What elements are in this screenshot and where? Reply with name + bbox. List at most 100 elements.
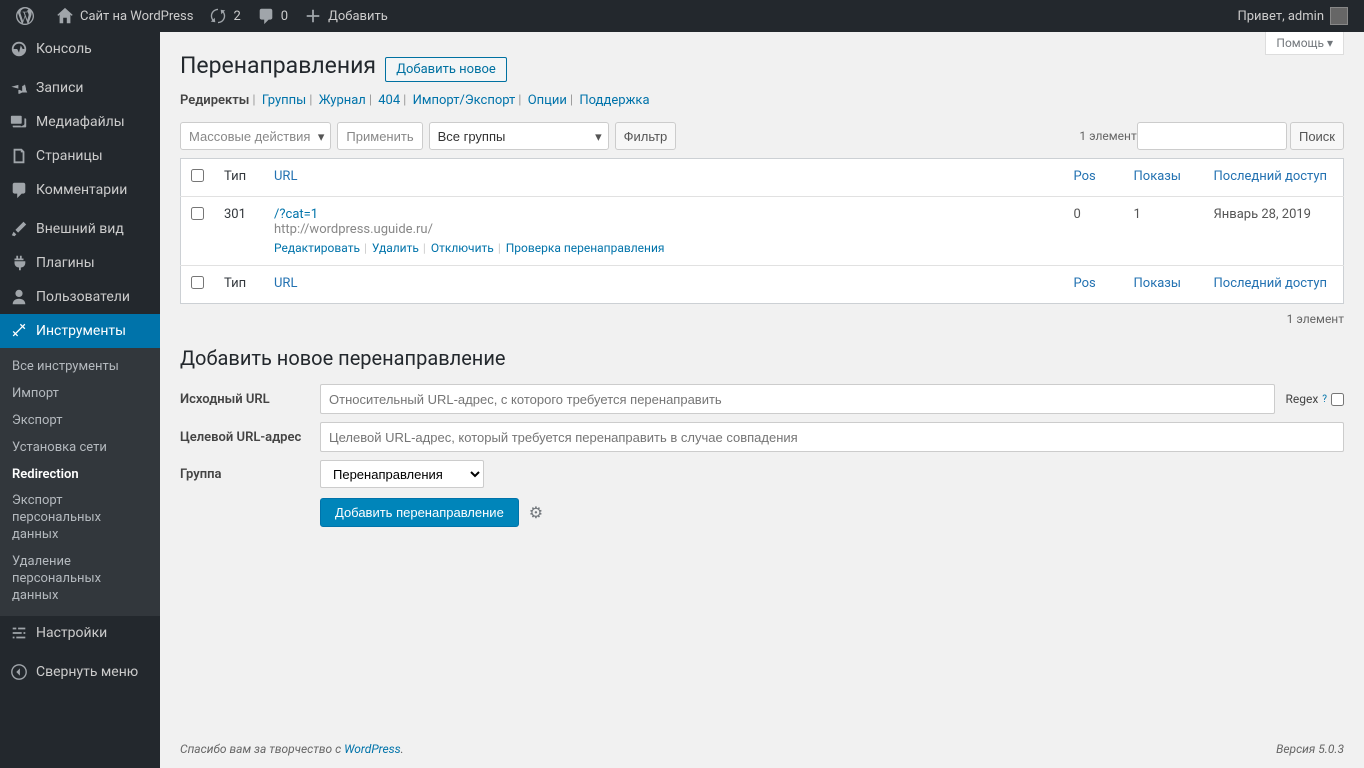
group-select[interactable]: Перенаправления: [320, 460, 484, 488]
menu-plugins[interactable]: Плагины: [0, 246, 160, 280]
menu-dashboard[interactable]: Консоль: [0, 32, 160, 66]
avatar: [1330, 7, 1348, 25]
menu-comments[interactable]: Комментарии: [0, 173, 160, 207]
menu-settings[interactable]: Настройки: [0, 616, 160, 650]
submenu-import[interactable]: Импорт: [0, 381, 160, 408]
bulk-apply-button[interactable]: Применить: [337, 122, 422, 150]
row-delete[interactable]: Удалить: [372, 241, 419, 255]
footer-version: Версия 5.0.3: [1276, 742, 1344, 756]
footer-wp-link[interactable]: WordPress: [344, 742, 401, 756]
footer: Спасибо вам за творчество с WordPress. В…: [160, 730, 1364, 768]
tab-options[interactable]: Опции: [528, 93, 567, 108]
user-icon: [10, 288, 28, 306]
target-url-label: Целевой URL-адрес: [180, 430, 320, 445]
wrench-icon: [10, 322, 28, 340]
site-name: Сайт на WordPress: [80, 9, 193, 24]
help-tab[interactable]: Помощь: [1265, 32, 1344, 55]
page-title: Перенаправления: [180, 52, 376, 79]
filter-button[interactable]: Фильтр: [615, 122, 677, 150]
tab-redirects[interactable]: Редиректы: [180, 93, 249, 108]
tab-groups[interactable]: Группы: [262, 93, 306, 108]
table-row: 301 /?cat=1 http://wordpress.uguide.ru/ …: [181, 197, 1344, 266]
submenu-delete-personal[interactable]: Удаление персональных данных: [0, 549, 160, 610]
site-name-link[interactable]: Сайт на WordPress: [48, 0, 201, 32]
menu-media[interactable]: Медиафайлы: [0, 105, 160, 139]
comment-icon: [257, 7, 275, 25]
row-last: Январь 28, 2019: [1204, 197, 1344, 266]
regex-label: Regex: [1285, 392, 1318, 406]
tab-support[interactable]: Поддержка: [579, 93, 649, 108]
plugin-icon: [10, 254, 28, 272]
col-type: Тип: [214, 159, 264, 197]
menu-users[interactable]: Пользователи: [0, 280, 160, 314]
row-pos: 0: [1064, 197, 1124, 266]
tab-404[interactable]: 404: [378, 93, 400, 108]
col-url-bottom[interactable]: URL: [264, 266, 1064, 304]
regex-help-icon[interactable]: ?: [1322, 394, 1327, 405]
col-url[interactable]: URL: [264, 159, 1064, 197]
tabs: Редиректы| Группы| Журнал| 404| Импорт/Э…: [180, 93, 1344, 108]
submenu-export[interactable]: Экспорт: [0, 408, 160, 435]
pin-icon: [10, 79, 28, 97]
footer-thanks: Спасибо вам за творчество с: [180, 742, 344, 756]
menu-appearance[interactable]: Внешний вид: [0, 212, 160, 246]
gear-icon[interactable]: ⚙: [529, 503, 543, 522]
item-count-top: 1 элемент: [1079, 129, 1136, 143]
group-filter-select[interactable]: Все группы: [429, 122, 609, 150]
select-all-checkbox[interactable]: [191, 169, 204, 182]
account-link[interactable]: Привет, admin: [1229, 0, 1356, 32]
search-input[interactable]: [1137, 122, 1287, 150]
search-button[interactable]: Поиск: [1290, 122, 1344, 150]
col-pos[interactable]: Pos: [1064, 159, 1124, 197]
menu-posts[interactable]: Записи: [0, 71, 160, 105]
submenu-redirection[interactable]: Redirection: [0, 462, 160, 489]
submenu-all-tools[interactable]: Все инструменты: [0, 354, 160, 381]
row-target: http://wordpress.uguide.ru/: [274, 222, 433, 237]
tab-log[interactable]: Журнал: [319, 93, 366, 108]
menu-pages[interactable]: Страницы: [0, 139, 160, 173]
row-check[interactable]: Проверка перенаправления: [506, 241, 665, 255]
col-last[interactable]: Последний доступ: [1204, 159, 1344, 197]
select-all-checkbox-bottom[interactable]: [191, 276, 204, 289]
submenu-tools: Все инструменты Импорт Экспорт Установка…: [0, 348, 160, 616]
source-url-label: Исходный URL: [180, 392, 320, 407]
submenu-network-setup[interactable]: Установка сети: [0, 435, 160, 462]
wordpress-icon: [16, 7, 34, 25]
row-hits: 1: [1124, 197, 1204, 266]
source-url-input[interactable]: [320, 384, 1275, 414]
row-disable[interactable]: Отключить: [431, 241, 494, 255]
add-new-button[interactable]: Добавить новое: [385, 57, 507, 82]
wp-logo[interactable]: [8, 0, 48, 32]
updates-link[interactable]: 2: [201, 0, 248, 32]
target-url-input[interactable]: [320, 422, 1344, 452]
sliders-icon: [10, 624, 28, 642]
plus-icon: [304, 7, 322, 25]
tab-import-export[interactable]: Импорт/Экспорт: [413, 93, 516, 108]
dashboard-icon: [10, 40, 28, 58]
row-edit[interactable]: Редактировать: [274, 241, 360, 255]
bulk-actions-select[interactable]: Массовые действия: [180, 122, 331, 150]
admin-bar: Сайт на WordPress 2 0 Добавить Привет, a…: [0, 0, 1364, 32]
collapse-icon: [10, 663, 28, 681]
updates-count: 2: [233, 9, 240, 24]
regex-checkbox[interactable]: [1331, 393, 1344, 406]
row-checkbox[interactable]: [191, 207, 204, 220]
row-url[interactable]: /?cat=1: [274, 207, 318, 222]
col-hits[interactable]: Показы: [1124, 159, 1204, 197]
add-new-link[interactable]: Добавить: [296, 0, 396, 32]
col-hits-bottom[interactable]: Показы: [1124, 266, 1204, 304]
col-type-bottom: Тип: [214, 266, 264, 304]
menu-tools[interactable]: Инструменты: [0, 314, 160, 348]
add-redirect-title: Добавить новое перенаправление: [180, 346, 1344, 370]
submenu-export-personal[interactable]: Экспорт персональных данных: [0, 488, 160, 549]
page-icon: [10, 147, 28, 165]
redirects-table: Тип URL Pos Показы Последний доступ 301 …: [180, 158, 1344, 304]
add-redirect-button[interactable]: Добавить перенаправление: [320, 498, 519, 527]
col-last-bottom[interactable]: Последний доступ: [1204, 266, 1344, 304]
item-count-bottom: 1 элемент: [180, 312, 1344, 326]
add-new-label: Добавить: [328, 9, 388, 24]
comments-link[interactable]: 0: [249, 0, 296, 32]
col-pos-bottom[interactable]: Pos: [1064, 266, 1124, 304]
admin-sidebar: Консоль Записи Медиафайлы Страницы Комме…: [0, 32, 160, 768]
menu-collapse[interactable]: Свернуть меню: [0, 655, 160, 689]
